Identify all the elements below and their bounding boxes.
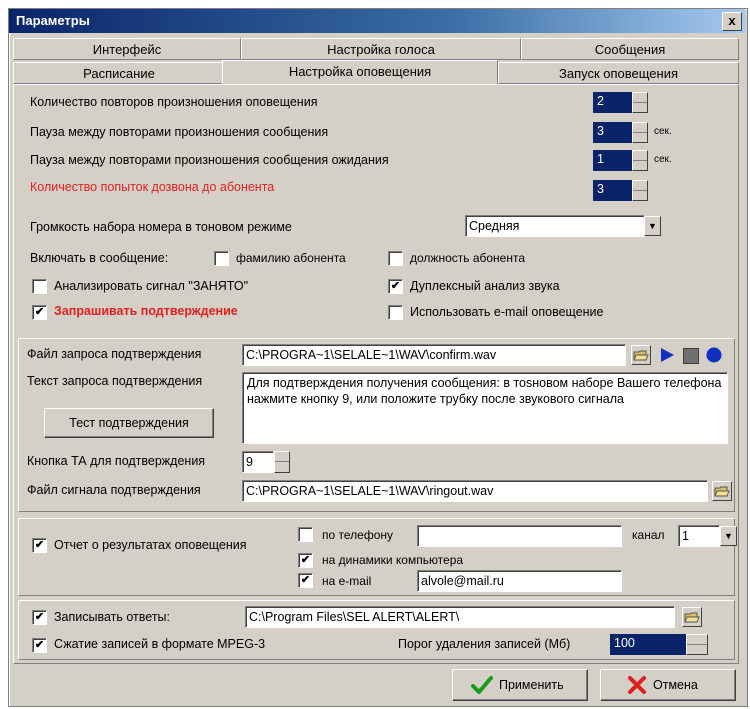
open-folder-icon[interactable] bbox=[631, 345, 651, 365]
surname-checkbox[interactable] bbox=[214, 251, 229, 266]
attempts-value[interactable]: 3 bbox=[593, 180, 632, 201]
busy-checkbox[interactable] bbox=[32, 279, 47, 294]
stop-icon[interactable] bbox=[683, 348, 699, 364]
key-spinner[interactable] bbox=[274, 451, 290, 473]
email-checkbox[interactable]: ✔ bbox=[298, 573, 313, 588]
check-icon bbox=[471, 675, 493, 698]
confirm-file-input[interactable]: C:\PROGRA~1\SELALE~1\WAV\confirm.wav bbox=[242, 344, 626, 366]
pause-wait-label: Пауза между повторами произношения сообщ… bbox=[30, 153, 389, 167]
confirm-label: Запрашивать подтверждение bbox=[54, 304, 238, 318]
signal-file-label: Файл сигнала подтверждения bbox=[27, 483, 201, 497]
record-label: Записывать ответы: bbox=[54, 610, 170, 624]
tab-alert-settings[interactable]: Настройка оповещения bbox=[222, 60, 498, 84]
repeats-value[interactable]: 2 bbox=[593, 92, 632, 113]
record-checkbox[interactable]: ✔ bbox=[32, 610, 47, 625]
pause-msg-unit: сек. bbox=[654, 126, 672, 137]
threshold-label: Порог удаления записей (Мб) bbox=[398, 637, 571, 651]
attempts-spinner[interactable] bbox=[632, 180, 648, 201]
tab-run-alert[interactable]: Запуск оповещения bbox=[498, 62, 739, 84]
repeats-label: Количество повторов произношения оповеще… bbox=[30, 95, 318, 109]
confirm-checkbox[interactable]: ✔ bbox=[32, 305, 47, 320]
email-notify-label: Использовать e-mail оповещение bbox=[410, 305, 604, 319]
title-bar[interactable] bbox=[9, 9, 745, 33]
open-folder-icon[interactable] bbox=[712, 481, 732, 501]
test-confirm-button[interactable]: Тест подтверждения bbox=[44, 408, 214, 438]
tab-voice-settings[interactable]: Настройка голоса bbox=[241, 38, 521, 60]
volume-select[interactable]: Средняя bbox=[465, 215, 645, 237]
threshold-spinner[interactable] bbox=[686, 634, 708, 655]
pause-wait-value[interactable]: 1 bbox=[593, 150, 632, 171]
phone-input[interactable] bbox=[417, 525, 622, 547]
pause-msg-label: Пауза между повторами произношения сообщ… bbox=[30, 125, 329, 139]
chevron-down-icon[interactable]: ▼ bbox=[720, 526, 737, 546]
threshold-value[interactable]: 100 bbox=[610, 634, 686, 655]
confirm-text-area[interactable]: Для подтверждения получения сообщения: в… bbox=[242, 372, 728, 444]
report-label: Отчет о результатах оповещения bbox=[54, 538, 247, 552]
include-label: Включать в сообщение: bbox=[30, 251, 169, 265]
play-icon[interactable] bbox=[658, 346, 676, 367]
duplex-label: Дуплексный анализ звука bbox=[410, 279, 560, 293]
position-label: должность абонента bbox=[410, 251, 526, 265]
window-title: Параметры bbox=[16, 13, 90, 28]
tab-messages[interactable]: Сообщения bbox=[521, 38, 739, 60]
cancel-button[interactable]: Отмена bbox=[600, 669, 736, 701]
pause-wait-unit: сек. bbox=[654, 154, 672, 165]
key-input[interactable]: 9 bbox=[242, 451, 274, 473]
surname-label: фамилию абонента bbox=[236, 251, 346, 265]
tab-interface[interactable]: Интерфейс bbox=[13, 38, 241, 60]
channel-select[interactable]: 1 bbox=[678, 525, 720, 547]
volume-label: Громкость набора номера в тоновом режиме bbox=[30, 220, 292, 234]
open-folder-icon[interactable] bbox=[682, 607, 702, 627]
pause-msg-value[interactable]: 3 bbox=[593, 122, 632, 143]
signal-file-input[interactable]: C:\PROGRA~1\SELALE~1\WAV\ringout.wav bbox=[242, 480, 708, 502]
repeats-spinner[interactable] bbox=[632, 92, 648, 113]
speakers-checkbox[interactable]: ✔ bbox=[298, 553, 313, 568]
duplex-checkbox[interactable]: ✔ bbox=[388, 279, 403, 294]
record-path-input[interactable]: C:\Program Files\SEL ALERT\ALERT\ bbox=[245, 606, 675, 628]
close-icon bbox=[627, 675, 647, 698]
pause-wait-spinner[interactable] bbox=[632, 150, 648, 171]
email-notify-checkbox[interactable] bbox=[388, 305, 403, 320]
phone-checkbox[interactable] bbox=[298, 527, 313, 542]
record-icon[interactable] bbox=[705, 346, 723, 367]
tab-schedule[interactable]: Расписание bbox=[13, 62, 225, 84]
apply-label: Применить bbox=[499, 678, 564, 692]
channel-label: канал bbox=[632, 528, 665, 542]
mpeg-label: Сжатие записей в формате MPEG-3 bbox=[54, 637, 266, 651]
email-input[interactable]: alvole@mail.ru bbox=[417, 570, 622, 592]
pause-msg-spinner[interactable] bbox=[632, 122, 648, 143]
key-label: Кнопка ТА для подтверждения bbox=[27, 454, 206, 468]
chevron-down-icon[interactable]: ▼ bbox=[644, 216, 661, 236]
close-button[interactable]: x bbox=[722, 12, 742, 31]
confirm-text-label: Текст запроса подтверждения bbox=[27, 374, 203, 388]
speakers-label: на динамики компьютера bbox=[322, 553, 464, 567]
apply-button[interactable]: Применить bbox=[452, 669, 588, 701]
phone-label: по телефону bbox=[322, 528, 393, 542]
cancel-label: Отмена bbox=[653, 678, 698, 692]
report-checkbox[interactable]: ✔ bbox=[32, 538, 47, 553]
mpeg-checkbox[interactable]: ✔ bbox=[32, 638, 47, 653]
position-checkbox[interactable] bbox=[388, 251, 403, 266]
confirm-file-label: Файл запроса подтверждения bbox=[27, 347, 202, 361]
attempts-label: Количество попыток дозвона до абонента bbox=[30, 180, 275, 194]
email-label: на e-mail bbox=[322, 574, 372, 588]
busy-label: Анализировать сигнал "ЗАНЯТО" bbox=[54, 279, 249, 293]
